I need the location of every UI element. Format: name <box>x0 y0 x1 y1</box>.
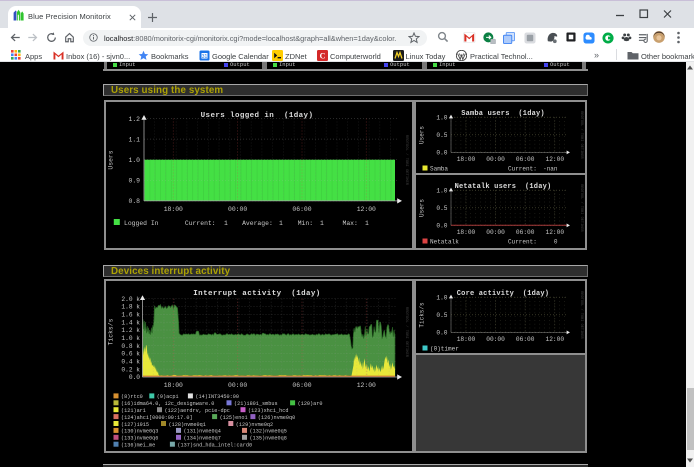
svg-text:0.6 k: 0.6 k <box>121 350 140 357</box>
svg-text:Ticks/s: Ticks/s <box>107 318 114 345</box>
svg-text:(132)nvme0q5: (132)nvme0q5 <box>249 428 286 434</box>
svg-text:12:00: 12:00 <box>546 229 565 236</box>
svg-text:1.8 k: 1.8 k <box>121 303 140 310</box>
svg-text:00:00: 00:00 <box>486 229 505 236</box>
svg-text:Interrupt activity (1day): Interrupt activity (1day) <box>193 290 320 298</box>
svg-text:(8)rtc0: (8)rtc0 <box>121 394 143 400</box>
svg-text:(9)acpi: (9)acpi <box>156 394 178 400</box>
svg-text:0.0: 0.0 <box>436 223 447 230</box>
svg-text:1.0: 1.0 <box>128 157 140 164</box>
svg-text:RRDTOOL / TOBI OETIKER: RRDTOOL / TOBI OETIKER <box>404 135 409 186</box>
svg-text:1.2 k: 1.2 k <box>121 327 140 334</box>
svg-text:(137)snd_hda_intel:card0: (137)snd_hda_intel:card0 <box>177 442 252 448</box>
svg-text:(134)nvme0q7: (134)nvme0q7 <box>183 435 220 441</box>
svg-text:Users: Users <box>107 150 114 169</box>
svg-text:(127)i915: (127)i915 <box>121 421 149 427</box>
svg-text:RRDTOOL / TOBI OETIKER: RRDTOOL / TOBI OETIKER <box>579 184 584 232</box>
svg-text:0.5: 0.5 <box>436 132 447 139</box>
svg-text:1: 1 <box>365 220 369 227</box>
svg-text:(126)nvme0q0: (126)nvme0q0 <box>257 414 294 420</box>
svg-text:0.4 k: 0.4 k <box>121 358 140 365</box>
svg-text:00:00: 00:00 <box>228 206 247 213</box>
svg-text:12:00: 12:00 <box>356 206 375 213</box>
svg-text:Logged In: Logged In <box>124 220 159 227</box>
svg-text:(129)nvme0q2: (129)nvme0q2 <box>235 421 272 427</box>
svg-text:(14)INT3450:00: (14)INT3450:00 <box>195 394 239 400</box>
svg-text:RRDTOOL / TOBI OETIKER: RRDTOOL / TOBI OETIKER <box>579 291 584 339</box>
svg-text:06:00: 06:00 <box>292 382 311 389</box>
svg-text:31: 31 <box>202 54 208 60</box>
svg-text:Users logged in (1day): Users logged in (1day) <box>200 112 313 120</box>
svg-text:06:00: 06:00 <box>516 336 535 343</box>
svg-text:0.9: 0.9 <box>128 178 140 185</box>
svg-text:Samba: Samba <box>430 166 448 173</box>
svg-text:1: 1 <box>320 220 324 227</box>
svg-text:18:00: 18:00 <box>457 229 476 236</box>
svg-text:06:00: 06:00 <box>516 229 535 236</box>
svg-text:Users: Users <box>419 126 426 144</box>
svg-text:(125)eno1: (125)eno1 <box>219 414 247 420</box>
svg-text:00:00: 00:00 <box>228 382 247 389</box>
svg-text:Ticks/s: Ticks/s <box>419 302 426 328</box>
svg-text:1.4 k: 1.4 k <box>121 319 140 326</box>
svg-text:0.2 k: 0.2 k <box>121 366 140 373</box>
svg-text:0.5: 0.5 <box>436 312 447 319</box>
svg-text:(128)nvme0q1: (128)nvme0q1 <box>168 421 205 427</box>
svg-text:18:00: 18:00 <box>457 156 476 163</box>
svg-text:12:00: 12:00 <box>546 156 565 163</box>
svg-text:1: 1 <box>224 220 228 227</box>
svg-text:C: C <box>320 51 326 60</box>
svg-text:(16)idma64.0, i2c_designware.0: (16)idma64.0, i2c_designware.0 <box>121 401 214 407</box>
svg-text:Current:: Current: <box>184 220 215 227</box>
svg-text:18:00: 18:00 <box>163 206 182 213</box>
svg-text:(131)nvme0q4: (131)nvme0q4 <box>183 428 220 434</box>
svg-text:(21)i801_smbus: (21)i801_smbus <box>234 401 278 407</box>
svg-text:0.0: 0.0 <box>436 329 447 336</box>
svg-text:18:00: 18:00 <box>163 382 182 389</box>
svg-text:2.0 k: 2.0 k <box>121 295 140 302</box>
svg-text:Users: Users <box>419 199 426 217</box>
svg-text:00:00: 00:00 <box>486 336 505 343</box>
svg-text:12:00: 12:00 <box>356 382 375 389</box>
svg-text:0.8 k: 0.8 k <box>121 342 140 349</box>
svg-text:1.0: 1.0 <box>436 187 447 194</box>
svg-text:00:00: 00:00 <box>486 156 505 163</box>
svg-text:(136)mei_me: (136)mei_me <box>121 442 155 448</box>
svg-text:RRDTOOL / TOBI OETIKER: RRDTOOL / TOBI OETIKER <box>579 111 584 159</box>
svg-text:1.0: 1.0 <box>436 114 447 121</box>
svg-text:06:00: 06:00 <box>516 156 535 163</box>
svg-text:1.6 k: 1.6 k <box>121 311 140 318</box>
svg-text:-nan: -nan <box>543 166 558 173</box>
svg-text:0: 0 <box>554 239 558 246</box>
svg-text:Min:: Min: <box>297 220 312 227</box>
svg-text:Netatalk: Netatalk <box>430 239 459 246</box>
svg-text:(121)ar1: (121)ar1 <box>121 408 146 414</box>
svg-text:(120)ar0: (120)ar0 <box>297 401 322 407</box>
svg-text:Current:: Current: <box>508 166 537 173</box>
svg-text:(133)nvme0q6: (133)nvme0q6 <box>121 435 158 441</box>
svg-text:Current:: Current: <box>508 239 537 246</box>
svg-text:0.0: 0.0 <box>128 374 139 381</box>
svg-text:1.0 k: 1.0 k <box>121 335 140 342</box>
svg-text:06:00: 06:00 <box>292 206 311 213</box>
svg-text:1.0: 1.0 <box>436 294 447 301</box>
svg-text:Average:: Average: <box>242 220 273 227</box>
svg-text:(130)nvme0q3: (130)nvme0q3 <box>121 428 158 434</box>
svg-text:(0)timer: (0)timer <box>430 345 459 352</box>
svg-text:18:00: 18:00 <box>457 336 476 343</box>
svg-text:0.8: 0.8 <box>128 198 140 205</box>
svg-text:RRDTOOL / TOBI OETIKER: RRDTOOL / TOBI OETIKER <box>404 306 409 357</box>
svg-text:1.1: 1.1 <box>128 136 140 143</box>
svg-text:(124)ahci[0000:00:17.0]: (124)ahci[0000:00:17.0] <box>121 414 193 420</box>
svg-text:0.0: 0.0 <box>436 150 447 157</box>
svg-text:(122)aerdrv, pcie-dpc: (122)aerdrv, pcie-dpc <box>164 408 229 414</box>
svg-text:1.2: 1.2 <box>128 116 140 123</box>
svg-text:1: 1 <box>279 220 283 227</box>
svg-text:12:00: 12:00 <box>546 336 565 343</box>
svg-text:(123)xhci_hcd: (123)xhci_hcd <box>248 408 288 414</box>
svg-text:(135)nvme0q8: (135)nvme0q8 <box>249 435 286 441</box>
svg-text:Max:: Max: <box>342 220 357 227</box>
svg-text:0.5: 0.5 <box>436 205 447 212</box>
